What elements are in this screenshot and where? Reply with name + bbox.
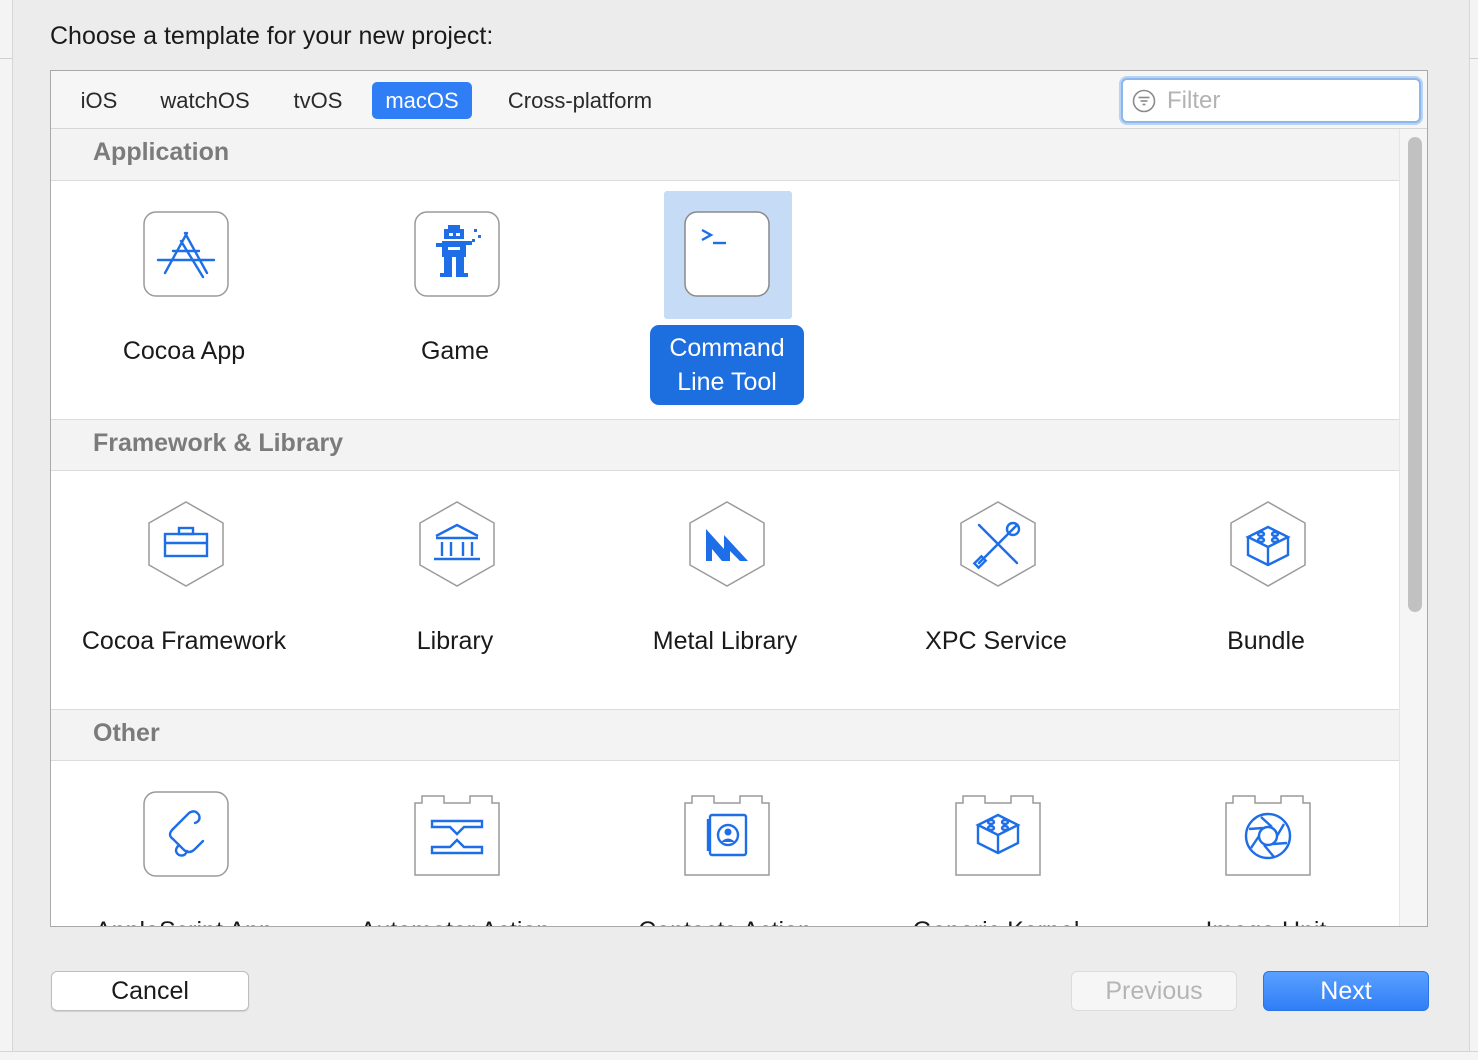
scrollbar-thumb[interactable] — [1408, 137, 1422, 612]
section-title: Application — [93, 138, 230, 166]
library-building-icon — [414, 501, 500, 587]
template-list[interactable]: Application Cocoa App Game Command Line … — [51, 129, 1399, 926]
aperture-icon — [1225, 791, 1311, 877]
template-label: Generic Kernel — [866, 914, 1126, 926]
tab-tvos[interactable]: tvOS — [281, 82, 355, 119]
cancel-button[interactable]: Cancel — [51, 971, 249, 1011]
tab-cross-platform[interactable]: Cross-platform — [491, 82, 669, 119]
template-label: Cocoa App — [122, 337, 246, 365]
section-header-other: Other — [51, 709, 1399, 761]
previous-button[interactable]: Previous — [1071, 971, 1237, 1011]
platform-tab-bar: iOS watchOS tvOS macOS Cross-platform — [51, 71, 1427, 129]
game-icon — [414, 211, 500, 297]
metal-icon — [684, 501, 770, 587]
template-label: Cocoa Framework — [81, 627, 287, 655]
section-title: Framework & Library — [93, 429, 344, 457]
template-label: Command Line Tool — [650, 325, 804, 405]
template-label: Contacts Action — [595, 914, 855, 926]
template-applescript-app[interactable]: AppleScript App — [54, 771, 314, 926]
template-label: Automator Action — [325, 914, 585, 926]
template-label: Game — [420, 337, 490, 365]
tab-macos[interactable]: macOS — [372, 82, 472, 119]
lego-brick-icon — [1225, 501, 1311, 587]
template-metal-library[interactable]: Metal Library — [595, 481, 855, 711]
tab-ios[interactable]: iOS — [67, 82, 131, 119]
dialog-prompt: Choose a template for your new project: — [50, 22, 494, 50]
template-automator-action[interactable]: Automator Action — [325, 771, 585, 926]
template-label: XPC Service — [925, 627, 1067, 655]
template-label: Library — [416, 627, 494, 655]
tab-watchos[interactable]: watchOS — [147, 82, 263, 119]
template-label: Bundle — [1227, 627, 1305, 655]
section-header-application: Application — [51, 129, 1399, 181]
template-cocoa-app[interactable]: Cocoa App — [54, 191, 314, 421]
window-edge-right — [1469, 0, 1478, 1060]
template-xpc-service[interactable]: XPC Service — [866, 481, 1126, 711]
section-header-framework-library: Framework & Library — [51, 419, 1399, 471]
vertical-scrollbar[interactable] — [1399, 129, 1427, 926]
template-label: Metal Library — [652, 627, 798, 655]
filter-input[interactable] — [1165, 84, 1409, 118]
window-edge-bottom — [0, 1051, 1478, 1060]
section-title: Other — [93, 719, 160, 747]
template-library[interactable]: Library — [325, 481, 585, 711]
toolbox-icon — [143, 501, 229, 587]
tools-icon — [955, 501, 1041, 587]
next-button[interactable]: Next — [1263, 971, 1429, 1011]
template-command-line-tool[interactable]: Command Line Tool — [595, 191, 855, 421]
template-generic-kernel[interactable]: Generic Kernel — [866, 771, 1126, 926]
template-contacts-action[interactable]: Contacts Action — [595, 771, 855, 926]
template-image-unit[interactable]: Image Unit — [1136, 771, 1396, 926]
template-game[interactable]: Game — [325, 191, 585, 421]
template-label: AppleScript App — [54, 914, 314, 926]
template-bundle[interactable]: Bundle — [1136, 481, 1396, 711]
template-cocoa-framework[interactable]: Cocoa Framework — [54, 481, 314, 711]
filter-icon — [1132, 89, 1156, 113]
app-store-icon — [143, 211, 229, 297]
contacts-icon — [684, 791, 770, 877]
template-chooser-panel: iOS watchOS tvOS macOS Cross-platform Ap… — [50, 70, 1428, 927]
terminal-icon — [684, 211, 770, 297]
template-label: Image Unit — [1136, 914, 1396, 926]
script-scroll-icon — [143, 791, 229, 877]
kernel-brick-icon — [955, 791, 1041, 877]
automator-icon — [414, 791, 500, 877]
filter-field[interactable] — [1121, 78, 1421, 123]
window-edge-left — [0, 0, 13, 1060]
